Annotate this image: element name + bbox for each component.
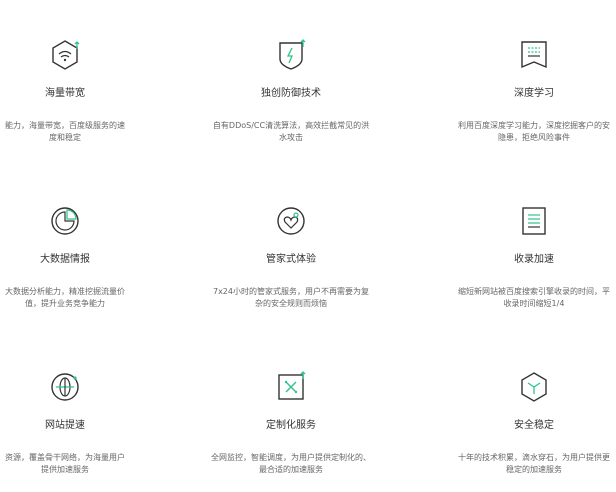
feature-desc: 自有DDoS/CC清洗算法，高效拦截常见的洪 水攻击 <box>191 120 391 144</box>
chart-circle-icon <box>48 204 82 238</box>
globe-icon <box>48 370 82 404</box>
feature-desc: 7x24小时的管家式服务，用户不再需要为复 杂的安全规则而烦恼 <box>191 286 391 310</box>
cube-icon <box>517 370 551 404</box>
feature-desc-line: 资源，覆盖骨干网络，为海量用户 <box>5 453 125 462</box>
feature-desc-line: 最合适的加速服务 <box>259 465 323 474</box>
feature-desc: 大数据分析能力，精准挖掘流量价 值，提升业务竞争能力 <box>0 286 190 310</box>
feature-title: 深度学习 <box>514 88 554 99</box>
feature-title: 定制化服务 <box>266 420 316 431</box>
feature-desc: 全网监控，智能调度，为用户提供定制化的、 最合适的加速服务 <box>191 452 391 476</box>
heart-circle-icon <box>274 204 308 238</box>
feature-title: 海量带宽 <box>45 88 85 99</box>
feature-desc-line: 度和稳定 <box>49 133 81 142</box>
feature-desc-line: 全网监控，智能调度，为用户提供定制化的、 <box>211 453 371 462</box>
feature-desc-line: 能力，海量带宽，百度级服务的速 <box>5 121 125 130</box>
feature-desc-line: 大数据分析能力，精准挖掘流量价 <box>5 287 125 296</box>
lightning-shield-icon <box>274 38 308 72</box>
feature-desc: 利用百度深度学习能力，深度挖掘客户的安 隐患，拒绝风险事件 <box>434 120 616 144</box>
feature-title: 网站提速 <box>45 420 85 431</box>
feature-desc-line: 隐患，拒绝风险事件 <box>498 133 570 142</box>
feature-title: 安全稳定 <box>514 420 554 431</box>
feature-desc-line: 值，提升业务竞争能力 <box>25 299 105 308</box>
feature-title: 管家式体验 <box>266 254 316 265</box>
feature-desc-line: 利用百度深度学习能力，深度挖掘客户的安 <box>458 121 610 130</box>
feature-title: 收录加速 <box>514 254 554 265</box>
feature-desc-line: 杂的安全规则而烦恼 <box>255 299 327 308</box>
feature-desc: 资源，覆盖骨干网络，为海量用户 提供加速服务 <box>0 452 190 476</box>
feature-desc: 缩短新网站被百度搜索引擎收录的时间，平 收录时间缩短1/4 <box>434 286 616 310</box>
book-icon <box>517 38 551 72</box>
feature-desc: 十年的技术积累，滴水穿石，为用户提供更 稳定的加速服务 <box>434 452 616 476</box>
feature-desc-line: 收录时间缩短1/4 <box>503 299 565 308</box>
feature-title: 大数据情报 <box>40 254 90 265</box>
wifi-shield-icon <box>48 38 82 72</box>
feature-title: 独创防御技术 <box>261 88 321 99</box>
feature-desc-line: 缩短新网站被百度搜索引擎收录的时间，平 <box>458 287 610 296</box>
feature-desc-line: 稳定的加速服务 <box>506 465 562 474</box>
feature-desc: 能力，海量带宽，百度级服务的速 度和稳定 <box>0 120 190 144</box>
feature-desc-line: 水攻击 <box>279 133 303 142</box>
feature-desc-line: 十年的技术积累，滴水穿石，为用户提供更 <box>458 453 610 462</box>
feature-desc-line: 提供加速服务 <box>41 465 89 474</box>
feature-desc-line: 自有DDoS/CC清洗算法，高效拦截常见的洪 <box>212 121 370 130</box>
list-doc-icon <box>517 204 551 238</box>
feature-desc-line: 7x24小时的管家式服务，用户不再需要为复 <box>212 287 369 296</box>
tools-square-icon <box>274 370 308 404</box>
